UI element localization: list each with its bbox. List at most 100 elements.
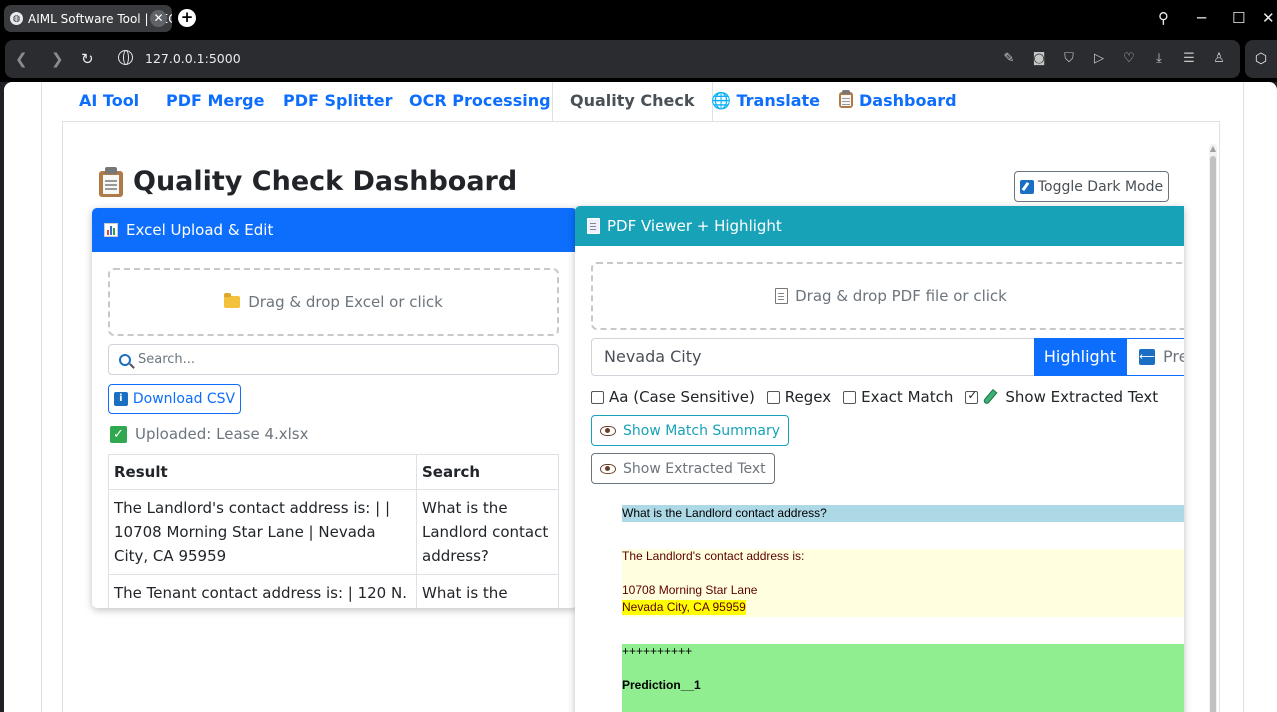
tab-translate[interactable]: 🌐 Translate xyxy=(694,82,837,122)
answer-line: 10708 Morning Star Lane xyxy=(622,583,758,597)
close-window-icon[interactable]: ✕ xyxy=(1262,8,1275,28)
document-icon xyxy=(587,218,600,234)
option-exact-match[interactable]: Exact Match xyxy=(843,388,953,406)
minimize-icon[interactable]: ─ xyxy=(1197,8,1206,28)
arrow-left-icon: ⟵ xyxy=(1139,349,1155,365)
extracted-answer: The Landlord's contact address is: 10708… xyxy=(622,549,1184,617)
tab-dashboard-label: Dashboard xyxy=(859,91,957,110)
cell-result[interactable]: The Landlord's contact address is: | | 1… xyxy=(108,489,417,575)
toggle-dark-mode-button[interactable]: Toggle Dark Mode xyxy=(1014,171,1169,202)
excel-card-title: Excel Upload & Edit xyxy=(126,221,274,239)
extensions-icon[interactable]: ⬡ xyxy=(1245,40,1277,78)
test-tube-icon xyxy=(982,388,998,406)
edit-icon[interactable]: ✎ xyxy=(1001,50,1017,68)
show-match-summary-label: Show Match Summary xyxy=(623,422,781,439)
back-icon[interactable]: ❮ xyxy=(15,50,28,68)
menu-icon[interactable]: ☰ xyxy=(1181,50,1197,68)
scroll-up-arrow[interactable]: ▲ xyxy=(1209,145,1217,153)
option-label: Exact Match xyxy=(861,388,954,406)
pdf-dropzone[interactable]: Drag & drop PDF file or click xyxy=(591,262,1184,330)
address-bar[interactable]: ❮ ❯ ↻ 127.0.0.1:5000 ✎ ◙ ⛉ ▷ ♡ ⤓ ☰ ♙ xyxy=(5,40,1240,78)
option-label: Show Extracted Text xyxy=(1005,388,1159,406)
highlight-button[interactable]: Highlight xyxy=(1034,338,1126,376)
maximize-icon[interactable]: ☐ xyxy=(1232,8,1245,28)
cell-search[interactable]: What is the Tenant xyxy=(416,574,559,608)
nav-tabs: AI Tool PDF Merge PDF Splitter OCR Proce… xyxy=(42,82,1245,122)
url-text[interactable]: 127.0.0.1:5000 xyxy=(145,50,241,68)
bar-chart-icon xyxy=(104,223,118,237)
document-icon xyxy=(775,288,789,304)
cell-result[interactable]: The Tenant contact address is: | 120 N. xyxy=(108,574,417,608)
tab-quality-check[interactable]: Quality Check xyxy=(552,82,713,122)
camera-icon[interactable]: ◙ xyxy=(1031,50,1047,68)
upload-status-text: Uploaded: Lease 4.xlsx xyxy=(135,425,309,443)
regex-checkbox[interactable] xyxy=(766,390,780,404)
show-extracted-text-label: Show Extracted Text xyxy=(623,460,766,477)
eye-icon xyxy=(600,425,616,436)
upload-status: ✓ Uploaded: Lease 4.xlsx xyxy=(110,425,309,443)
pen-icon xyxy=(1019,179,1034,194)
show-extracted-text-checkbox[interactable] xyxy=(965,388,979,404)
option-show-extracted-text[interactable]: Show Extracted Text xyxy=(965,388,1158,406)
tab-ocr-processing[interactable]: OCR Processing xyxy=(392,82,568,122)
page-container: AI Tool PDF Merge PDF Splitter OCR Proce… xyxy=(41,82,1244,712)
search-options: Aa (Case Sensitive) Regex Exact Match Sh… xyxy=(591,388,1170,406)
shield-icon[interactable]: ⛉ xyxy=(1061,50,1077,68)
tab-ai-tool[interactable]: AI Tool xyxy=(62,82,156,122)
tab-pdf-merge[interactable]: PDF Merge xyxy=(149,82,281,122)
tab-dashboard[interactable]: Dashboard xyxy=(822,82,974,122)
previous-button[interactable]: ⟵ Pre xyxy=(1126,338,1184,376)
browser-tab[interactable]: ◍ AIML Software Tool | RECA ✕ xyxy=(4,5,172,32)
highlighted-match: Nevada City, CA 95959 xyxy=(622,600,746,615)
forward-icon[interactable]: ❯ xyxy=(51,50,64,68)
page-title: Quality Check Dashboard xyxy=(99,166,517,197)
check-icon: ✓ xyxy=(110,425,127,443)
search-icon xyxy=(119,353,131,366)
info-icon: i xyxy=(113,392,128,406)
exact-match-checkbox[interactable] xyxy=(843,390,857,404)
reload-icon[interactable]: ↻ xyxy=(81,50,94,68)
excel-dropzone-text: Drag & drop Excel or click xyxy=(248,293,443,311)
show-extracted-text-button[interactable]: Show Extracted Text xyxy=(591,453,775,484)
option-case-sensitive[interactable]: Aa (Case Sensitive) xyxy=(591,388,755,406)
option-label: Aa (Case Sensitive) xyxy=(609,388,755,406)
answer-line: The Landlord's contact address is: xyxy=(622,549,805,563)
excel-search-placeholder: Search... xyxy=(138,352,196,367)
clipboard-icon xyxy=(839,90,853,108)
new-tab-button[interactable]: + xyxy=(178,9,196,27)
tab-content: ▲ Quality Check Dashboard Toggle Dark Mo… xyxy=(62,121,1220,712)
show-match-summary-button[interactable]: Show Match Summary xyxy=(591,415,790,446)
table-row[interactable]: The Tenant contact address is: | 120 N. … xyxy=(108,574,559,608)
folder-icon xyxy=(224,293,241,308)
profile-icon[interactable]: ♙ xyxy=(1211,50,1227,68)
scrollbar-thumb[interactable] xyxy=(1210,156,1216,712)
excel-search-input[interactable]: Search... xyxy=(108,344,559,375)
heart-icon[interactable]: ♡ xyxy=(1121,50,1137,68)
clipboard-icon xyxy=(99,166,123,197)
tab-pdf-splitter[interactable]: PDF Splitter xyxy=(266,82,410,122)
option-label: Regex xyxy=(784,388,832,406)
prediction-line: Prediction__1 xyxy=(622,678,701,692)
case-sensitive-checkbox[interactable] xyxy=(591,390,604,404)
download-csv-label: Download CSV xyxy=(132,391,236,407)
browser-titlebar: ◍ AIML Software Tool | RECA ✕ + ⚲ ─ ☐ ✕ xyxy=(0,0,1277,36)
pdf-dropzone-text: Drag & drop PDF file or click xyxy=(795,287,1007,305)
excel-card: Excel Upload & Edit Drag & drop Excel or… xyxy=(92,208,577,608)
previous-label: Pre xyxy=(1163,347,1184,366)
search-icon[interactable]: ⚲ xyxy=(1158,8,1169,28)
page-title-text: Quality Check Dashboard xyxy=(133,166,518,197)
download-csv-button[interactable]: i Download CSV xyxy=(108,384,241,414)
option-regex[interactable]: Regex xyxy=(766,388,832,406)
excel-table: Result Search The Landlord's contact add… xyxy=(108,454,559,608)
cell-search[interactable]: What is the Landlord contact address? xyxy=(416,489,559,575)
page-viewport: AI Tool PDF Merge PDF Splitter OCR Proce… xyxy=(4,82,1277,712)
column-header-search: Search xyxy=(416,454,559,490)
prediction-line: ++++++++++ xyxy=(622,644,693,658)
send-icon[interactable]: ▷ xyxy=(1091,50,1107,68)
download-icon[interactable]: ⤓ xyxy=(1151,50,1167,68)
excel-dropzone[interactable]: Drag & drop Excel or click xyxy=(108,268,559,336)
close-tab-icon[interactable]: ✕ xyxy=(150,10,167,27)
pdf-search-input[interactable]: Nevada City xyxy=(591,338,1036,376)
table-row[interactable]: The Landlord's contact address is: | | 1… xyxy=(108,489,559,575)
site-info-icon[interactable] xyxy=(118,50,133,65)
